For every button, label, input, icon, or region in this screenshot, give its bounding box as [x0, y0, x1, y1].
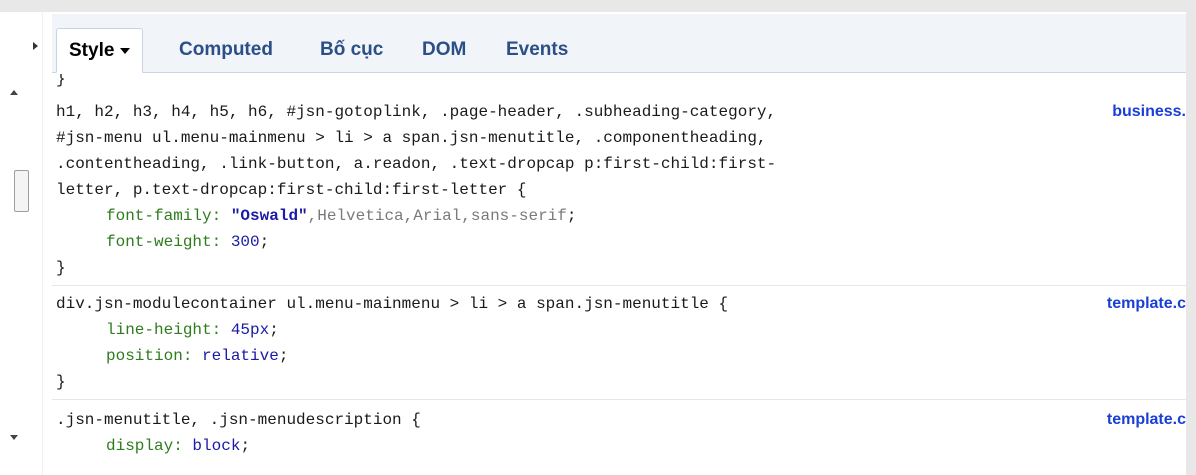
declaration[interactable]: font-weight: 300;	[106, 231, 269, 253]
rule-selector[interactable]: .contentheading, .link-button, a.readon,…	[56, 153, 776, 175]
css-inspector-panel: Style Computed Bố cục DOM Events } h1, h…	[0, 12, 1186, 475]
declaration[interactable]: display: block;	[106, 435, 250, 457]
property-value[interactable]: block	[192, 437, 240, 455]
tab-layout[interactable]: Bố cục	[320, 30, 383, 72]
rule-selector[interactable]: #jsn-menu ul.menu-mainmenu > li > a span…	[56, 127, 767, 149]
declaration[interactable]: position: relative;	[106, 345, 288, 367]
chevron-down-icon[interactable]	[120, 47, 131, 54]
expand-arrow-icon[interactable]	[33, 42, 38, 50]
property-value[interactable]: "Oswald"	[231, 207, 308, 225]
property-name[interactable]: position	[106, 347, 183, 365]
rule-source-link[interactable]: template.c	[1107, 293, 1186, 315]
tab-events[interactable]: Events	[506, 30, 568, 72]
rule-selector[interactable]: .jsn-menutitle, .jsn-menudescription {	[56, 409, 421, 431]
rule-close: }	[56, 259, 66, 277]
rule-divider	[52, 399, 1186, 400]
scrollbar-thumb[interactable]	[14, 170, 29, 212]
scroll-up-icon[interactable]	[10, 90, 18, 95]
tab-bar: Style Computed Bố cục DOM Events	[52, 14, 1186, 73]
property-value[interactable]: 45px	[231, 321, 269, 339]
property-name[interactable]: font-weight	[106, 233, 212, 251]
rule-divider	[52, 285, 1186, 286]
property-value[interactable]: 300	[231, 233, 260, 251]
property-value[interactable]: relative	[202, 347, 279, 365]
style-rules-pane: } h1, h2, h3, h4, h5, h6, #jsn-gotoplink…	[52, 74, 1186, 475]
left-gutter	[0, 12, 43, 475]
rule-source-link[interactable]: template.c	[1107, 409, 1186, 431]
tab-style-label: Style	[69, 40, 115, 61]
property-name[interactable]: font-family	[106, 207, 212, 225]
rule-selector[interactable]: h1, h2, h3, h4, h5, h6, #jsn-gotoplink, …	[56, 101, 776, 123]
rule-close: }	[56, 373, 66, 391]
rule-source-link[interactable]: business.	[1112, 101, 1186, 123]
scroll-down-icon[interactable]	[10, 435, 18, 440]
property-value[interactable]: ,Helvetica,Arial,sans-serif	[308, 207, 567, 225]
rule-selector[interactable]: div.jsn-modulecontainer ul.menu-mainmenu…	[56, 293, 728, 315]
tab-computed[interactable]: Computed	[179, 30, 273, 72]
property-name[interactable]: display	[106, 437, 173, 455]
property-name[interactable]: line-height	[106, 321, 212, 339]
rule-selector[interactable]: letter, p.text-dropcap:first-child:first…	[56, 179, 526, 201]
declaration[interactable]: line-height: 45px;	[106, 319, 279, 341]
prev-rule-close: }	[56, 74, 66, 88]
tab-style[interactable]: Style	[56, 28, 144, 73]
tab-dom[interactable]: DOM	[422, 30, 466, 72]
declaration[interactable]: font-family: "Oswald",Helvetica,Arial,sa…	[106, 205, 577, 227]
